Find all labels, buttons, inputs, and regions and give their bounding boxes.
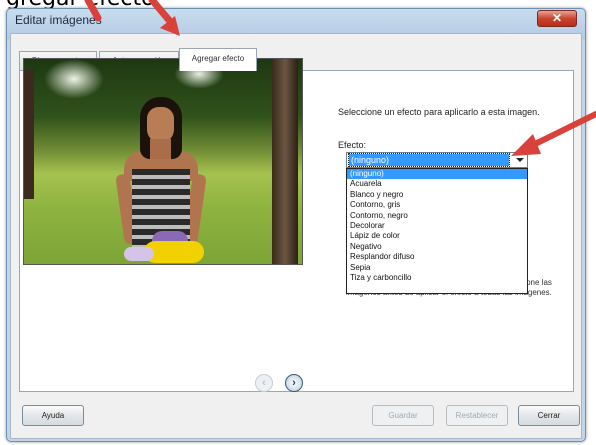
- effect-option-chalk-charcoal[interactable]: Tiza y carboncillo: [347, 273, 527, 283]
- effect-select[interactable]: (ninguno): [346, 152, 528, 168]
- window-title: Editar imágenes: [15, 13, 102, 27]
- effect-label: Efecto:: [338, 140, 367, 150]
- chevron-down-icon[interactable]: [513, 155, 525, 165]
- previous-image-button[interactable]: ‹: [255, 374, 273, 392]
- effect-option-color-pencil[interactable]: Lápiz de color: [347, 231, 527, 241]
- window-close-button[interactable]: ✕: [537, 10, 577, 27]
- effect-option-washout[interactable]: Decolorar: [347, 221, 527, 231]
- next-image-button[interactable]: ›: [285, 374, 303, 392]
- close-button[interactable]: Cerrar: [518, 405, 580, 426]
- save-button[interactable]: Guardar: [372, 405, 434, 426]
- tab-add-effect[interactable]: Agregar efecto: [179, 48, 257, 71]
- effect-option-outline-gray[interactable]: Contorno, gris: [347, 200, 527, 210]
- help-button[interactable]: Ayuda: [22, 405, 84, 426]
- reset-button[interactable]: Restablecer: [446, 405, 508, 426]
- effect-option-negative[interactable]: Negativo: [347, 242, 527, 252]
- effect-dropdown-list: (ninguno) Acuarela Blanco y negro Contor…: [346, 168, 528, 294]
- effect-option-outline-black[interactable]: Contorno, negro: [347, 211, 527, 221]
- effect-option-diffuse-glow[interactable]: Resplandor difuso: [347, 252, 527, 262]
- effect-select-value: (ninguno): [348, 153, 510, 167]
- title-bar: Editar imágenes ✕: [7, 9, 585, 31]
- image-preview: [23, 58, 303, 265]
- effect-option-none[interactable]: (ninguno): [347, 169, 527, 180]
- effect-option-sepia[interactable]: Sepia: [347, 263, 527, 273]
- effect-option-watercolor[interactable]: Acuarela: [347, 179, 527, 189]
- effect-instruction: Seleccione un efecto para aplicarlo a es…: [338, 107, 540, 117]
- effect-option-black-white[interactable]: Blanco y negro: [347, 190, 527, 200]
